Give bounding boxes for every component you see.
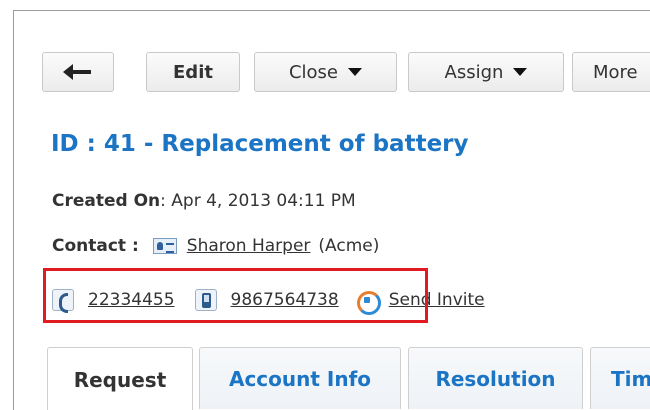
contact-name-link[interactable]: Sharon Harper <box>187 236 311 256</box>
tab-time[interactable]: Tim <box>590 347 650 409</box>
back-button[interactable] <box>42 52 114 92</box>
request-title: ID : 41 - Replacement of battery <box>51 131 469 157</box>
mobile-number-link[interactable]: 9867564738 <box>231 290 339 310</box>
mobile-phone-icon <box>194 289 217 311</box>
created-on-label: Created On <box>52 191 161 211</box>
contact-account-link[interactable]: (Acme) <box>318 236 379 256</box>
send-invite-link[interactable]: Send Invite <box>389 290 485 310</box>
request-detail-panel: Edit Close Assign More ID : 41 - Replace… <box>13 10 650 410</box>
phone-number-link[interactable]: 22334455 <box>88 290 175 310</box>
contact-label: Contact : <box>52 236 139 256</box>
caret-down-icon <box>348 68 363 76</box>
more-button-label: More <box>593 61 638 83</box>
tab-resolution[interactable]: Resolution <box>408 347 583 409</box>
send-invite-icon[interactable] <box>355 288 381 315</box>
close-dropdown-button[interactable]: Close <box>254 52 397 92</box>
tab-bar: Request Account Info Resolution Tim <box>14 347 650 410</box>
tab-request[interactable]: Request <box>47 347 193 410</box>
assign-dropdown-button[interactable]: Assign <box>408 52 564 92</box>
more-button[interactable]: More <box>572 52 650 92</box>
close-button-label: Close <box>288 61 339 83</box>
tab-account-info[interactable]: Account Info <box>199 347 401 409</box>
toolbar: Edit Close Assign More <box>14 11 650 117</box>
phone-row: 22334455 9867564738 Send Invite <box>52 283 485 317</box>
created-on-value: : Apr 4, 2013 04:11 PM <box>160 191 356 211</box>
edit-button-label: Edit <box>173 61 213 83</box>
contact-row: Contact : Sharon Harper (Acme) <box>52 236 379 256</box>
edit-button[interactable]: Edit <box>146 52 240 92</box>
arrow-left-icon <box>63 64 93 80</box>
assign-button-label: Assign <box>444 61 504 83</box>
caret-down-icon <box>513 68 528 76</box>
created-on-row: Created On : Apr 4, 2013 04:11 PM <box>52 191 356 211</box>
contact-card-icon[interactable] <box>152 238 177 254</box>
phone-icon <box>52 289 74 313</box>
contact-account: (Acme) <box>318 236 379 256</box>
